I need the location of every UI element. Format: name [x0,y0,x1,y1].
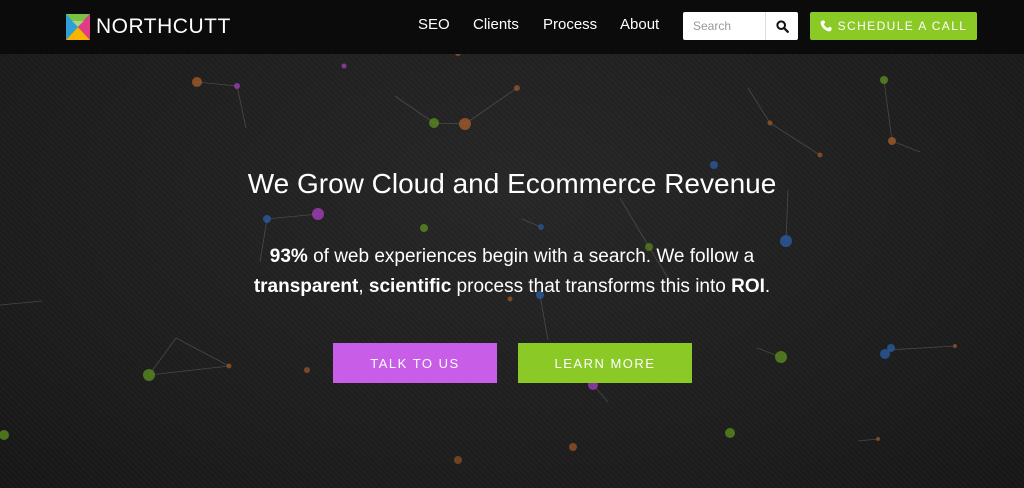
network-background-graphic [0,5,1018,464]
learn-more-button[interactable]: LEARN MORE [518,343,692,383]
site-header: NORTHCUTT SEO Clients Process About SCHE… [0,0,1024,54]
schedule-call-button[interactable]: SCHEDULE A CALL [810,12,977,40]
phone-icon [820,20,832,32]
talk-to-us-button[interactable]: TALK TO US [333,343,497,383]
subtitle-separator: , [358,276,369,297]
nav-item-about[interactable]: About [620,16,659,33]
highlight-scientific: scientific [368,276,452,297]
hero-title: We Grow Cloud and Ecommerce Revenue [247,168,777,199]
hero-subtitle-line-2: transparent, scientific process that tra… [0,276,1024,298]
nav-item-clients[interactable]: Clients [473,16,519,33]
highlight-roi: ROI [731,276,765,297]
search-box [683,12,798,40]
subtitle-text: of web experiences begin with a search. … [307,246,755,267]
brand-name: NORTHCUTT [96,15,231,38]
search-icon [775,19,789,33]
highlight-transparent: transparent [253,276,359,297]
brand-logo[interactable]: NORTHCUTT [66,13,231,41]
search-button[interactable] [765,12,798,40]
schedule-call-label: SCHEDULE A CALL [837,19,968,33]
hero-subtitle-line-1: 93% of web experiences begin with a sear… [0,246,1024,268]
logo-mark-icon [66,14,90,40]
stat-highlight: 93% [269,246,308,267]
search-input[interactable] [683,12,765,40]
nav-item-process[interactable]: Process [543,16,597,33]
nav-item-seo[interactable]: SEO [418,16,450,33]
subtitle-text: process that transforms this into [451,276,732,297]
subtitle-period: . [764,276,771,297]
